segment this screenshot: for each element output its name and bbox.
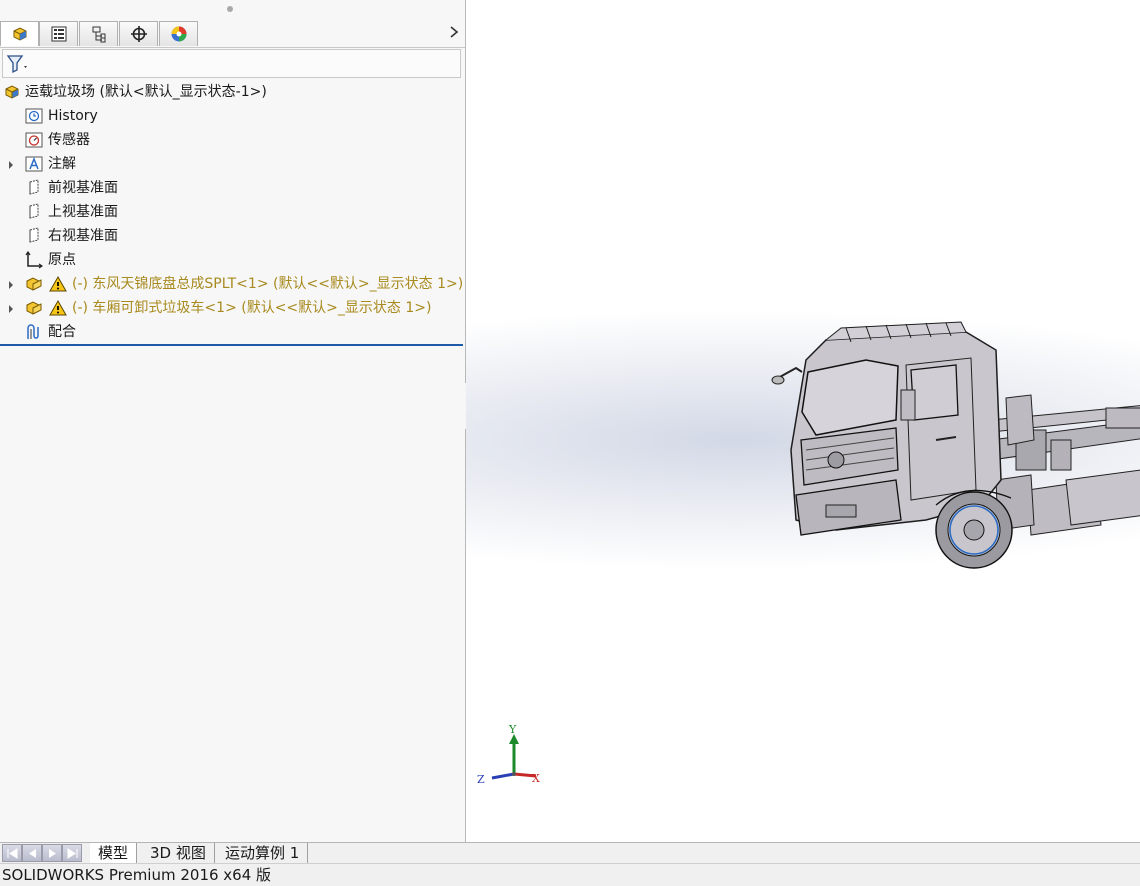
tree-item-mates[interactable]: 配合 <box>0 320 465 344</box>
plane-icon <box>25 179 43 197</box>
tab-configuration-manager[interactable] <box>79 21 118 46</box>
part-icon <box>25 275 43 293</box>
tree-item-label: 原点 <box>48 252 76 268</box>
tree-item-label: 注解 <box>48 156 76 172</box>
graphics-viewport[interactable]: Y X Z <box>466 0 1140 842</box>
warning-icon <box>49 299 67 317</box>
mates-icon <box>25 323 43 341</box>
feature-manager-panel: 运载垃圾场 (默认<默认_显示状态-1>) History 传感器 注解 前视基… <box>0 0 466 842</box>
panel-grip[interactable] <box>227 6 233 12</box>
panel-tab-bar <box>0 21 465 48</box>
feature-manager-icon <box>13 27 26 41</box>
tree-item-annotations[interactable]: 注解 <box>0 152 465 176</box>
warning-icon <box>49 275 67 293</box>
expand-arrow-icon[interactable] <box>7 158 15 169</box>
tab-display-manager[interactable] <box>159 21 198 46</box>
tree-item-history[interactable]: History <box>0 104 465 128</box>
status-text: SOLIDWORKS Premium 2016 x64 版 <box>2 866 272 884</box>
tree-item-label: (-) 车厢可卸式垃圾车<1> (默认<<默认>_显示状态 1>) <box>72 300 432 316</box>
bottom-tab-bar: 模型 3D 视图 运动算例 1 <box>0 842 1140 864</box>
plane-icon <box>25 227 43 245</box>
tab-model[interactable]: 模型 <box>90 843 138 863</box>
tab-3d-views[interactable]: 3D 视图 <box>142 843 215 863</box>
previous-tab-button[interactable] <box>22 844 42 862</box>
tree-end-rollback-bar[interactable] <box>0 344 463 346</box>
plane-icon <box>25 203 43 221</box>
annotation-icon <box>25 155 43 173</box>
tab-feature-manager[interactable] <box>0 21 39 46</box>
display-manager-icon <box>171 26 186 42</box>
truck-model[interactable] <box>766 320 1140 580</box>
origin-icon <box>25 250 44 269</box>
tree-root[interactable]: 运载垃圾场 (默认<默认_显示状态-1>) <box>0 80 465 104</box>
tab-motion-study[interactable]: 运动算例 1 <box>217 843 309 863</box>
triad-z-label: Z <box>477 773 485 786</box>
tree-item-origin[interactable]: 原点 <box>0 248 465 272</box>
part-icon <box>25 299 43 317</box>
last-tab-button[interactable] <box>62 844 82 862</box>
tree-filter-box[interactable] <box>2 49 461 78</box>
tree-item-label: 上视基准面 <box>48 204 118 220</box>
sensor-icon <box>25 131 43 149</box>
tree-item-front-plane[interactable]: 前视基准面 <box>0 176 465 200</box>
property-manager-icon <box>51 26 66 42</box>
tab-property-manager[interactable] <box>39 21 78 46</box>
filter-icon[interactable] <box>6 54 28 74</box>
triad-y-label: Y <box>509 723 517 736</box>
tree-item-right-plane[interactable]: 右视基准面 <box>0 224 465 248</box>
tree-item-label: 前视基准面 <box>48 180 118 196</box>
configuration-manager-icon <box>92 26 105 43</box>
tree-item-label: 传感器 <box>48 132 90 148</box>
tree-item-label: 配合 <box>48 324 76 340</box>
tree-item-sensors[interactable]: 传感器 <box>0 128 465 152</box>
assembly-icon <box>4 83 22 101</box>
triad-x-label: X <box>532 772 540 785</box>
crosshair-icon <box>130 26 147 42</box>
chevron-right-icon[interactable] <box>449 24 459 43</box>
tree-item-label: History <box>48 108 98 124</box>
tree-item-label: (-) 东风天锦底盘总成SPLT<1> (默认<<默认>_显示状态 1>) <box>72 276 464 292</box>
tab-dimxpert-manager[interactable] <box>119 21 158 46</box>
tree-item-body-component[interactable]: (-) 车厢可卸式垃圾车<1> (默认<<默认>_显示状态 1>) <box>0 296 465 320</box>
status-bar: SOLIDWORKS Premium 2016 x64 版 <box>0 863 1140 886</box>
history-icon <box>25 107 43 125</box>
expand-arrow-icon[interactable] <box>7 278 15 289</box>
tree-item-chassis-component[interactable]: (-) 东风天锦底盘总成SPLT<1> (默认<<默认>_显示状态 1>) <box>0 272 465 296</box>
tree-item-top-plane[interactable]: 上视基准面 <box>0 200 465 224</box>
tree-item-label: 右视基准面 <box>48 228 118 244</box>
expand-arrow-icon[interactable] <box>7 302 15 313</box>
first-tab-button[interactable] <box>2 844 22 862</box>
tree-root-label: 运载垃圾场 (默认<默认_显示状态-1>) <box>25 84 267 100</box>
next-tab-button[interactable] <box>42 844 62 862</box>
